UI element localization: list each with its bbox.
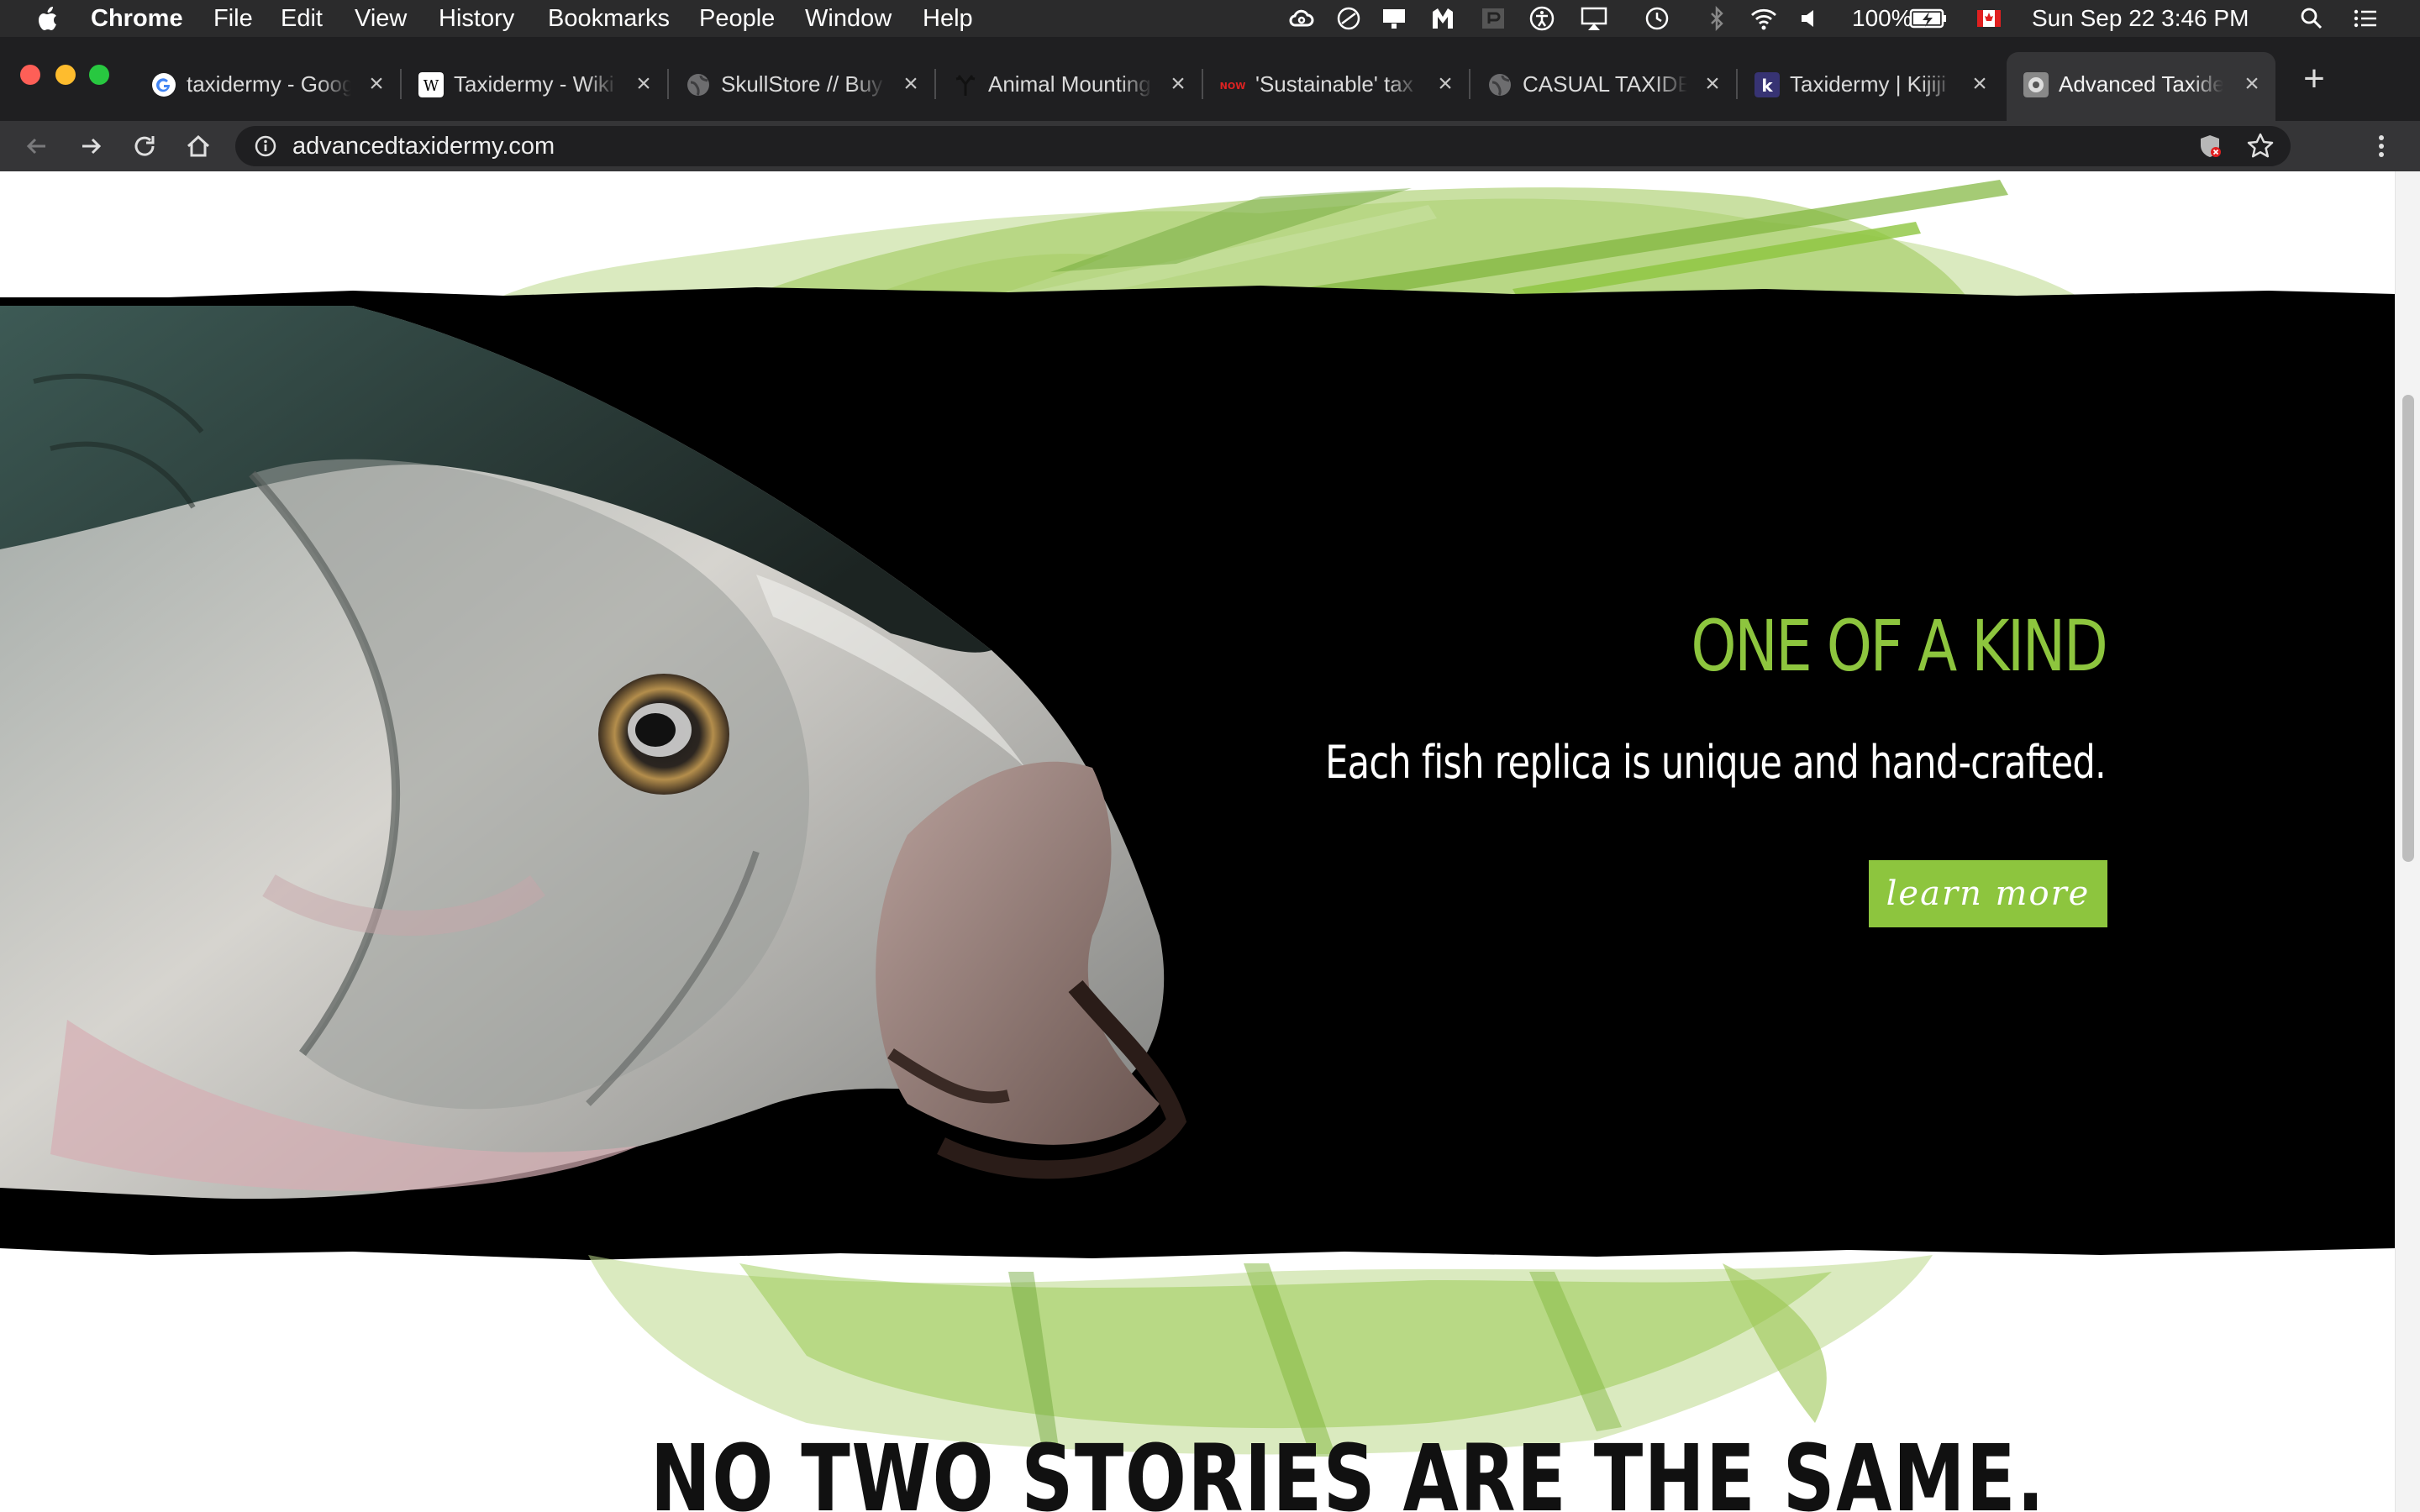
menu-app-chrome[interactable]: Chrome bbox=[91, 5, 183, 32]
tab-kijiji[interactable]: k Taxidermy | Kijiji × bbox=[1738, 54, 2003, 114]
svg-text:NOW: NOW bbox=[1220, 81, 1245, 92]
tab-sustainable[interactable]: NOW 'Sustainable' tax × bbox=[1203, 54, 1469, 114]
bluetooth-icon[interactable] bbox=[1702, 5, 1731, 32]
battery-icon[interactable] bbox=[1909, 5, 1948, 32]
battery-percent: 100% bbox=[1852, 5, 1912, 31]
tab-animal-mounting[interactable]: Animal Mounting × bbox=[936, 54, 1202, 114]
close-icon[interactable]: × bbox=[1434, 71, 1457, 97]
svg-text:W: W bbox=[424, 77, 439, 95]
tab-wikipedia[interactable]: W Taxidermy - Wiki × bbox=[402, 54, 667, 114]
wifi-icon[interactable] bbox=[1749, 5, 1778, 32]
back-icon[interactable] bbox=[20, 129, 54, 163]
tab-title: Animal Mounting bbox=[988, 71, 1151, 97]
sync-icon[interactable] bbox=[1334, 5, 1363, 32]
hero-subheading: Each fish replica is unique and hand-cra… bbox=[1325, 736, 2107, 789]
reload-icon[interactable] bbox=[128, 129, 161, 163]
page-scrollbar[interactable] bbox=[2395, 171, 2420, 1512]
url-text[interactable]: advancedtaxidermy.com bbox=[292, 133, 555, 160]
creative-cloud-icon[interactable] bbox=[1287, 5, 1316, 32]
section-heading: NO TWO STORIES ARE THE SAME. bbox=[650, 1425, 2046, 1512]
close-icon[interactable]: × bbox=[632, 71, 655, 97]
info-icon[interactable] bbox=[254, 134, 277, 158]
tab-title: taxidermy - Goog bbox=[187, 71, 351, 97]
malwarebytes-icon[interactable] bbox=[1428, 5, 1457, 32]
flag-canada-icon[interactable] bbox=[1975, 5, 2003, 32]
menu-window[interactable]: Window bbox=[805, 5, 892, 32]
browser-menu-icon[interactable] bbox=[2371, 129, 2391, 163]
clock[interactable]: Sun Sep 22 3:46 PM bbox=[2032, 5, 2249, 32]
bookmark-star-icon[interactable] bbox=[2245, 131, 2275, 161]
menu-people[interactable]: People bbox=[699, 5, 775, 32]
tab-title: SkullStore // Buy bbox=[721, 71, 883, 97]
menu-view[interactable]: View bbox=[355, 5, 407, 32]
globe-icon bbox=[687, 74, 709, 97]
close-icon[interactable]: × bbox=[1166, 71, 1190, 97]
svg-text:k: k bbox=[1761, 76, 1773, 96]
airplay-icon[interactable] bbox=[1580, 5, 1608, 32]
address-bar[interactable]: advancedtaxidermy.com bbox=[235, 126, 2291, 166]
volume-icon[interactable] bbox=[1797, 5, 1825, 32]
site-icon bbox=[2023, 72, 2049, 97]
minimize-window-button[interactable] bbox=[55, 65, 76, 85]
notification-list-icon[interactable] bbox=[2351, 5, 2380, 32]
close-icon[interactable]: × bbox=[2240, 71, 2264, 97]
tab-strip: taxidermy - Goog × W Taxidermy - Wiki × … bbox=[0, 37, 2420, 121]
home-icon[interactable] bbox=[182, 129, 215, 163]
browser-toolbar: advancedtaxidermy.com bbox=[0, 121, 2420, 171]
web-page: ONE OF A KIND Each fish replica is uniqu… bbox=[0, 171, 2395, 1512]
learn-more-button[interactable]: learn more bbox=[1869, 860, 2107, 927]
shield-extension-icon[interactable] bbox=[2196, 133, 2223, 160]
time-machine-icon[interactable] bbox=[1642, 5, 1670, 32]
tab-google[interactable]: taxidermy - Goog × bbox=[134, 54, 400, 114]
spotlight-icon[interactable] bbox=[2297, 5, 2326, 32]
close-icon[interactable]: × bbox=[899, 71, 923, 97]
tarpon-fish-head-image bbox=[0, 306, 1187, 1200]
wikipedia-icon: W bbox=[418, 72, 444, 97]
menu-file[interactable]: File bbox=[213, 5, 253, 32]
menu-bookmarks[interactable]: Bookmarks bbox=[548, 5, 670, 32]
close-icon[interactable]: × bbox=[1701, 71, 1724, 97]
close-window-button[interactable] bbox=[20, 65, 40, 85]
tab-casual-taxidermy[interactable]: CASUAL TAXIDE × bbox=[1470, 54, 1736, 114]
antler-icon bbox=[955, 75, 976, 96]
maximize-window-button[interactable] bbox=[89, 65, 109, 85]
new-tab-button[interactable]: + bbox=[2297, 60, 2331, 97]
tab-skullstore[interactable]: SkullStore // Buy × bbox=[669, 54, 934, 114]
tab-title: 'Sustainable' tax bbox=[1255, 71, 1413, 97]
pen-icon[interactable] bbox=[1479, 5, 1507, 32]
kijiji-icon: k bbox=[1754, 72, 1780, 97]
tab-title: Advanced Taxide bbox=[2059, 71, 2223, 97]
tab-title: Taxidermy - Wiki bbox=[454, 71, 614, 97]
scrollbar-thumb[interactable] bbox=[2402, 395, 2414, 862]
apple-icon[interactable] bbox=[35, 5, 62, 34]
close-icon[interactable]: × bbox=[365, 71, 388, 97]
forward-icon[interactable] bbox=[74, 129, 108, 163]
hero-heading: ONE OF A KIND bbox=[1691, 605, 2107, 687]
tab-title: CASUAL TAXIDE bbox=[1523, 71, 1687, 97]
menu-help[interactable]: Help bbox=[923, 5, 973, 32]
macos-menu-bar: Chrome File Edit View History Bookmarks … bbox=[0, 0, 2420, 37]
now-icon: NOW bbox=[1220, 79, 1245, 92]
close-icon[interactable]: × bbox=[1968, 71, 1991, 97]
menu-history[interactable]: History bbox=[439, 5, 514, 32]
menu-edit[interactable]: Edit bbox=[281, 5, 323, 32]
accessibility-icon[interactable] bbox=[1528, 5, 1556, 32]
tab-advanced-taxidermy[interactable]: Advanced Taxide × bbox=[2007, 52, 2275, 121]
globe-icon bbox=[1489, 74, 1511, 97]
google-icon bbox=[152, 73, 176, 97]
display-icon[interactable] bbox=[1380, 5, 1408, 32]
tab-title: Taxidermy | Kijiji bbox=[1790, 71, 1946, 97]
